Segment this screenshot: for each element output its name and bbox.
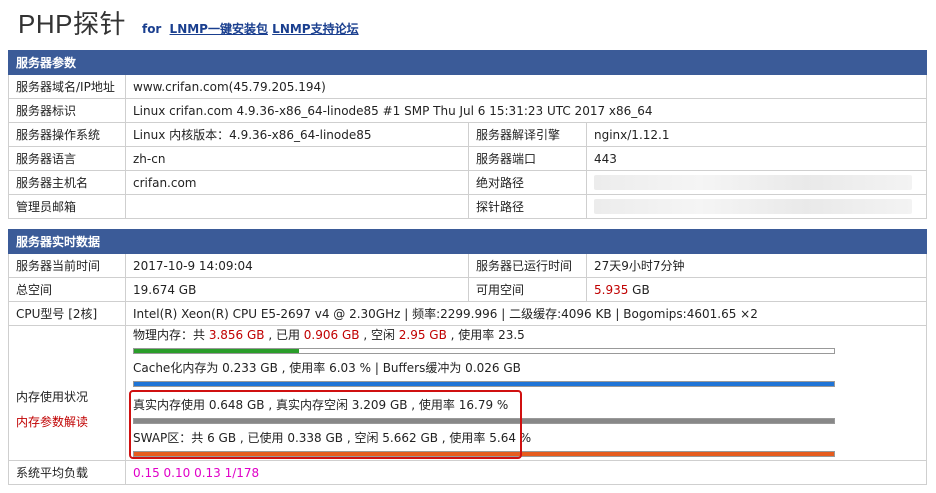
lnmp-install-link[interactable]: LNMP一键安装包 xyxy=(170,22,268,36)
probe-path-label: 探针路径 xyxy=(468,194,587,219)
phys-prefix: 物理内存：共 xyxy=(133,328,209,342)
uptime-label: 服务器已运行时间 xyxy=(468,253,587,278)
real-mem-line: 真实内存使用 0.648 GB , 真实内存空闲 3.209 GB , 使用率 … xyxy=(133,398,509,412)
mem-label: 内存使用状况 xyxy=(16,390,89,404)
phys-total: 3.856 GB xyxy=(208,328,265,342)
lnmp-forum-link[interactable]: LNMP支持论坛 xyxy=(272,22,358,36)
lang-label: 服务器语言 xyxy=(8,146,126,171)
admin-label: 管理员邮箱 xyxy=(8,194,126,219)
ident-value: Linux crifan.com 4.9.36-x86_64-linode85 … xyxy=(124,98,928,123)
phys-rate: , 使用率 23.5 xyxy=(446,328,525,342)
cpu-value: Intel(R) Xeon(R) CPU E5-2697 v4 @ 2.30GH… xyxy=(124,301,928,326)
avail-space-unit: GB xyxy=(628,282,650,297)
page-title: PHP探针 xyxy=(18,9,126,39)
abspath-value xyxy=(585,170,928,195)
engine-value: nginx/1.12.1 xyxy=(585,122,928,147)
real-mem-bar-fill xyxy=(134,419,834,423)
mem-label-cell: 内存使用状况 内存参数解读 xyxy=(8,325,126,461)
admin-value xyxy=(125,194,469,219)
redacted-abspath xyxy=(594,175,912,190)
phys-free-prefix: , 空闲 xyxy=(359,328,399,342)
cpu-label: CPU型号 [2核] xyxy=(8,301,126,326)
port-label: 服务器端口 xyxy=(468,146,587,171)
realtime-heading: 服务器实时数据 xyxy=(7,229,928,254)
uptime-value: 27天9小时7分钟 xyxy=(585,253,928,278)
realtime-table: 服务器实时数据 服务器当前时间 2017-10-9 14:09:04 服务器已运… xyxy=(7,229,928,485)
phys-free: 2.95 GB xyxy=(398,328,447,342)
cache-bar-fill xyxy=(134,382,834,386)
phys-mem-line: 物理内存：共 3.856 GB , 已用 0.906 GB , 空闲 2.95 … xyxy=(133,328,926,343)
real-mem-bar xyxy=(133,418,835,424)
swap-bar xyxy=(133,451,835,457)
page-header: PHP探针 for LNMP一键安装包 LNMP支持论坛 xyxy=(18,4,359,39)
host-label: 服务器主机名 xyxy=(8,170,126,195)
for-label: for xyxy=(141,22,162,36)
mem-usage-cell: 物理内存：共 3.856 GB , 已用 0.906 GB , 空闲 2.95 … xyxy=(124,325,928,461)
domain-value: www.crifan.com(45.79.205.194) xyxy=(124,74,928,99)
redacted-probe-path xyxy=(594,199,912,214)
time-label: 服务器当前时间 xyxy=(8,253,126,278)
server-params-table: 服务器参数 服务器域名/IP地址 www.crifan.com(45.79.20… xyxy=(7,50,928,219)
server-params-heading: 服务器参数 xyxy=(7,50,928,75)
port-value: 443 xyxy=(585,146,928,171)
probe-path-value xyxy=(585,194,928,219)
header-links: for LNMP一键安装包 LNMP支持论坛 xyxy=(142,20,359,37)
abspath-label: 绝对路径 xyxy=(468,170,587,195)
phys-used: 0.906 GB xyxy=(303,328,360,342)
total-space-label: 总空间 xyxy=(8,277,126,302)
os-label: 服务器操作系统 xyxy=(8,122,126,147)
load-value: 0.15 0.10 0.13 1/178 xyxy=(124,460,928,485)
host-value: crifan.com xyxy=(125,170,469,195)
phys-mem-bar-fill xyxy=(134,349,299,353)
avail-space-number: 5.935 xyxy=(594,282,629,297)
mem-help-link[interactable]: 内存参数解读 xyxy=(16,413,118,430)
swap-bar-fill xyxy=(134,452,834,456)
ident-label: 服务器标识 xyxy=(8,98,126,123)
load-label: 系统平均负载 xyxy=(8,460,126,485)
swap-line: SWAP区：共 6 GB , 已使用 0.338 GB , 空闲 5.662 G… xyxy=(133,431,532,445)
total-space-value: 19.674 GB xyxy=(125,277,469,302)
os-value: Linux 内核版本：4.9.36-x86_64-linode85 xyxy=(125,122,469,147)
cache-line: Cache化内存为 0.233 GB , 使用率 6.03 % | Buffer… xyxy=(133,361,521,375)
avail-space-label: 可用空间 xyxy=(468,277,587,302)
avail-space-value: 5.935 GB xyxy=(585,277,928,302)
lang-value: zh-cn xyxy=(125,146,469,171)
phys-used-prefix: , 已用 xyxy=(264,328,304,342)
time-value: 2017-10-9 14:09:04 xyxy=(125,253,469,278)
domain-label: 服务器域名/IP地址 xyxy=(8,74,126,99)
phys-mem-bar xyxy=(133,348,835,354)
engine-label: 服务器解译引擎 xyxy=(468,122,587,147)
cache-bar xyxy=(133,381,835,387)
